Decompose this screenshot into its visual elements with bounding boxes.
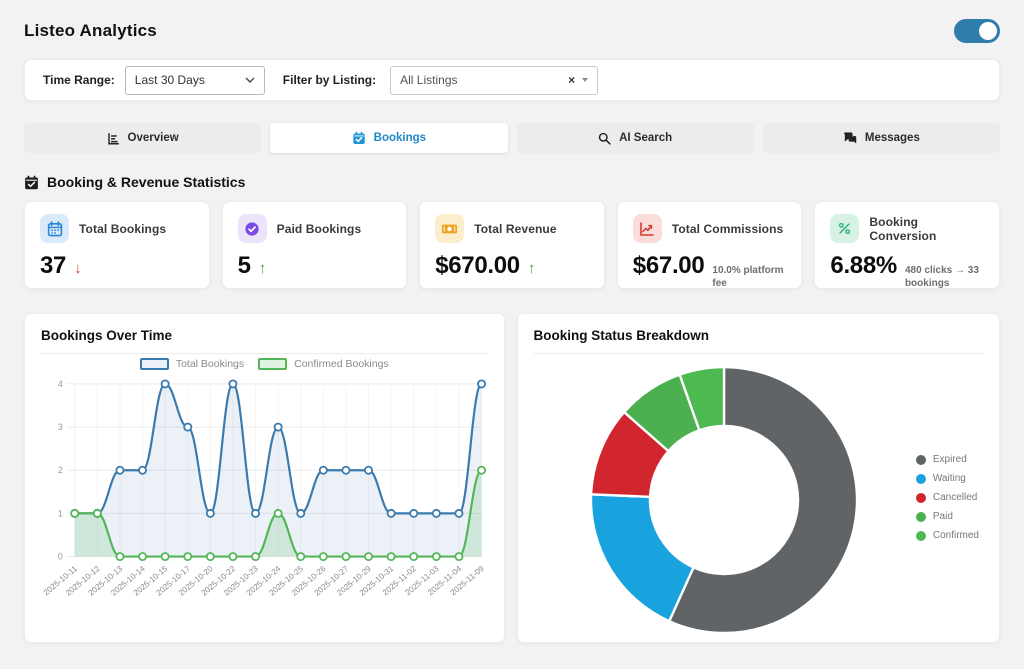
svg-text:2: 2 — [58, 465, 63, 475]
page-title: Listeo Analytics — [24, 21, 157, 41]
stat-label: Total Commissions — [672, 222, 784, 236]
tab-overview[interactable]: Overview — [24, 123, 261, 153]
legend-label: Expired — [933, 454, 967, 465]
legend-item[interactable]: Confirmed — [916, 530, 979, 541]
check-circle-icon — [238, 214, 267, 243]
line-chart-legend: Total Bookings Confirmed Bookings — [41, 358, 488, 370]
messages-icon — [843, 132, 857, 145]
section-heading: Booking & Revenue Statistics — [24, 174, 1000, 190]
legend-label: Total Bookings — [176, 358, 244, 370]
legend-item[interactable]: Total Bookings — [140, 358, 244, 370]
svg-text:0: 0 — [58, 552, 63, 562]
stat-label: Booking Conversion — [869, 215, 984, 243]
stat-card-total-bookings: Total Bookings 37 ↓ — [24, 201, 210, 289]
line-chart-title: Bookings Over Time — [41, 328, 488, 343]
listing-filter-label: Filter by Listing: — [283, 73, 376, 87]
stat-label: Paid Bookings — [277, 222, 362, 236]
section-title-text: Booking & Revenue Statistics — [47, 174, 245, 190]
time-range-value: Last 30 Days — [135, 73, 205, 87]
listing-filter-value: All Listings — [400, 73, 457, 87]
legend-label: Paid — [933, 511, 953, 522]
percent-icon — [830, 214, 859, 243]
trend-up-icon: ↑ — [259, 260, 267, 277]
tab-bookings[interactable]: Bookings — [270, 123, 507, 153]
bookings-over-time-card: Bookings Over Time Total Bookings Confirm… — [24, 313, 505, 643]
bookings-calendar-icon — [352, 131, 366, 145]
legend-item[interactable]: Confirmed Bookings — [258, 358, 389, 370]
donut-chart-legend: Expired Waiting Cancelled Paid Confirmed — [916, 454, 979, 541]
legend-label: Confirmed Bookings — [294, 358, 389, 370]
stat-value: 6.88% — [830, 252, 897, 280]
stat-value: $67.00 — [633, 252, 705, 280]
listing-filter-select[interactable]: All Listings × — [390, 66, 598, 95]
legend-label: Cancelled — [933, 492, 977, 503]
stat-value: 37 — [40, 252, 66, 280]
charts-row: Bookings Over Time Total Bookings Confirm… — [24, 313, 1000, 643]
analytics-toggle[interactable] — [954, 19, 1000, 43]
tab-label: AI Search — [619, 132, 672, 144]
toggle-knob — [979, 22, 997, 40]
tab-label: Bookings — [374, 132, 426, 144]
stat-card-booking-conversion: Booking Conversion 6.88% 480 clicks → 33… — [814, 201, 1000, 289]
chevron-down-icon — [582, 78, 588, 82]
time-range-label: Time Range: — [43, 73, 115, 87]
legend-label: Waiting — [933, 473, 966, 484]
stat-value: $670.00 — [435, 252, 520, 280]
calendar-icon — [40, 214, 69, 243]
stat-label: Total Bookings — [79, 222, 166, 236]
banknote-icon — [435, 214, 464, 243]
stat-value: 5 — [238, 252, 251, 280]
legend-dot — [916, 455, 926, 465]
trend-down-icon: ↓ — [74, 260, 82, 277]
stat-note: 480 clicks → 33 bookings — [905, 265, 984, 290]
tab-bar: Overview Bookings AI Search Messages — [24, 123, 1000, 153]
stat-card-total-revenue: Total Revenue $670.00 ↑ — [419, 201, 605, 289]
donut-chart-title: Booking Status Breakdown — [534, 328, 984, 343]
legend-item[interactable]: Paid — [916, 511, 979, 522]
legend-dot — [916, 512, 926, 522]
stat-label: Total Revenue — [474, 222, 556, 236]
stat-note: 10.0% platform fee — [712, 265, 786, 290]
chart-line-icon — [633, 214, 662, 243]
svg-text:4: 4 — [58, 379, 63, 389]
tab-label: Overview — [128, 132, 179, 144]
booking-status-card: Booking Status Breakdown Expired Waiting C… — [517, 313, 1001, 643]
time-range-select[interactable]: Last 30 Days — [125, 66, 265, 95]
legend-swatch — [258, 358, 287, 370]
svg-text:3: 3 — [58, 422, 63, 432]
calendar-check-icon — [24, 175, 39, 190]
chevron-down-icon — [245, 77, 255, 83]
search-icon — [598, 132, 611, 145]
line-chart: 012342025-10-112025-10-122025-10-132025-… — [41, 372, 488, 610]
svg-text:1: 1 — [58, 508, 63, 518]
legend-swatch — [140, 358, 169, 370]
divider — [534, 353, 984, 354]
filter-bar: Time Range: Last 30 Days Filter by Listi… — [24, 59, 1000, 101]
stat-card-total-commissions: Total Commissions $67.00 10.0% platform … — [617, 201, 803, 289]
tab-ai-search[interactable]: AI Search — [517, 123, 754, 153]
clear-icon[interactable]: × — [568, 74, 575, 86]
tab-messages[interactable]: Messages — [763, 123, 1000, 153]
stat-cards: Total Bookings 37 ↓ Paid Bookings 5 ↑ — [24, 201, 1000, 289]
divider — [41, 353, 488, 354]
trend-up-icon: ↑ — [528, 260, 536, 277]
tab-label: Messages — [865, 132, 920, 144]
analytics-page: Listeo Analytics Time Range: Last 30 Day… — [0, 0, 1024, 643]
overview-chart-icon — [107, 132, 120, 145]
stat-card-paid-bookings: Paid Bookings 5 ↑ — [222, 201, 408, 289]
legend-item[interactable]: Waiting — [916, 473, 979, 484]
legend-label: Confirmed — [933, 530, 979, 541]
legend-dot — [916, 474, 926, 484]
legend-item[interactable]: Expired — [916, 454, 979, 465]
donut-chart — [584, 360, 864, 640]
legend-dot — [916, 493, 926, 503]
legend-dot — [916, 531, 926, 541]
topbar: Listeo Analytics — [24, 16, 1000, 46]
legend-item[interactable]: Cancelled — [916, 492, 979, 503]
